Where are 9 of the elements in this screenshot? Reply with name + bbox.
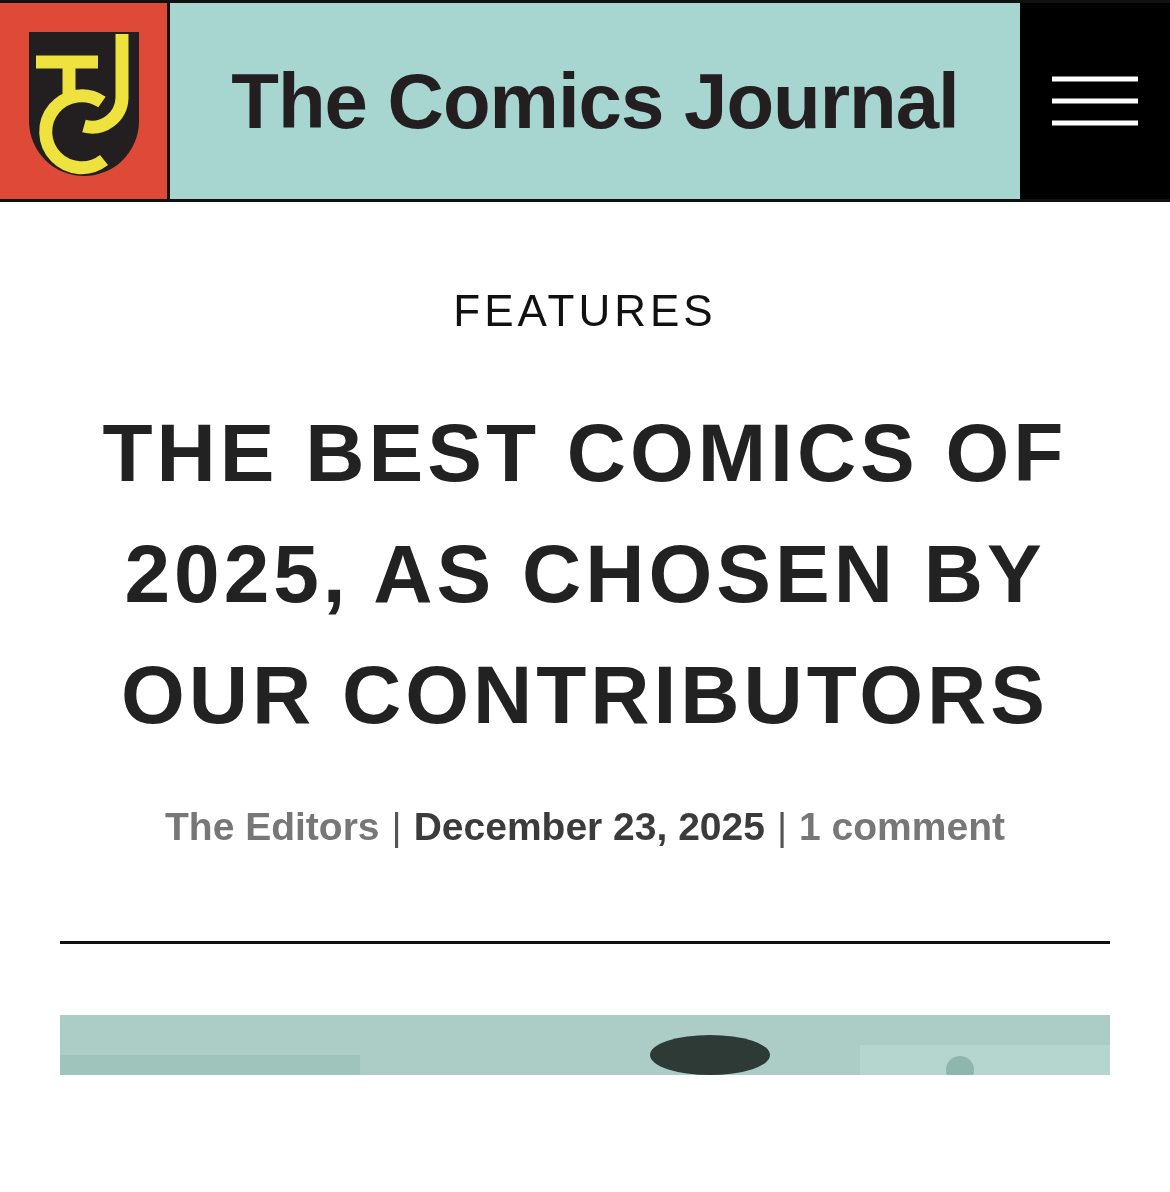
menu-icon	[1052, 76, 1138, 126]
publish-date: December 23, 2025	[413, 805, 765, 849]
article-title: THE BEST COMICS OF 2025, AS CHOSEN BY OUR CONTRIBUTORS	[101, 406, 1069, 742]
separator: |	[391, 805, 402, 849]
menu-button[interactable]	[1020, 3, 1170, 199]
comments-link[interactable]: 1 comment	[799, 805, 1005, 849]
category-link[interactable]: FEATURES	[453, 286, 717, 336]
author-link[interactable]: The Editors	[165, 805, 380, 849]
separator: |	[776, 805, 788, 849]
